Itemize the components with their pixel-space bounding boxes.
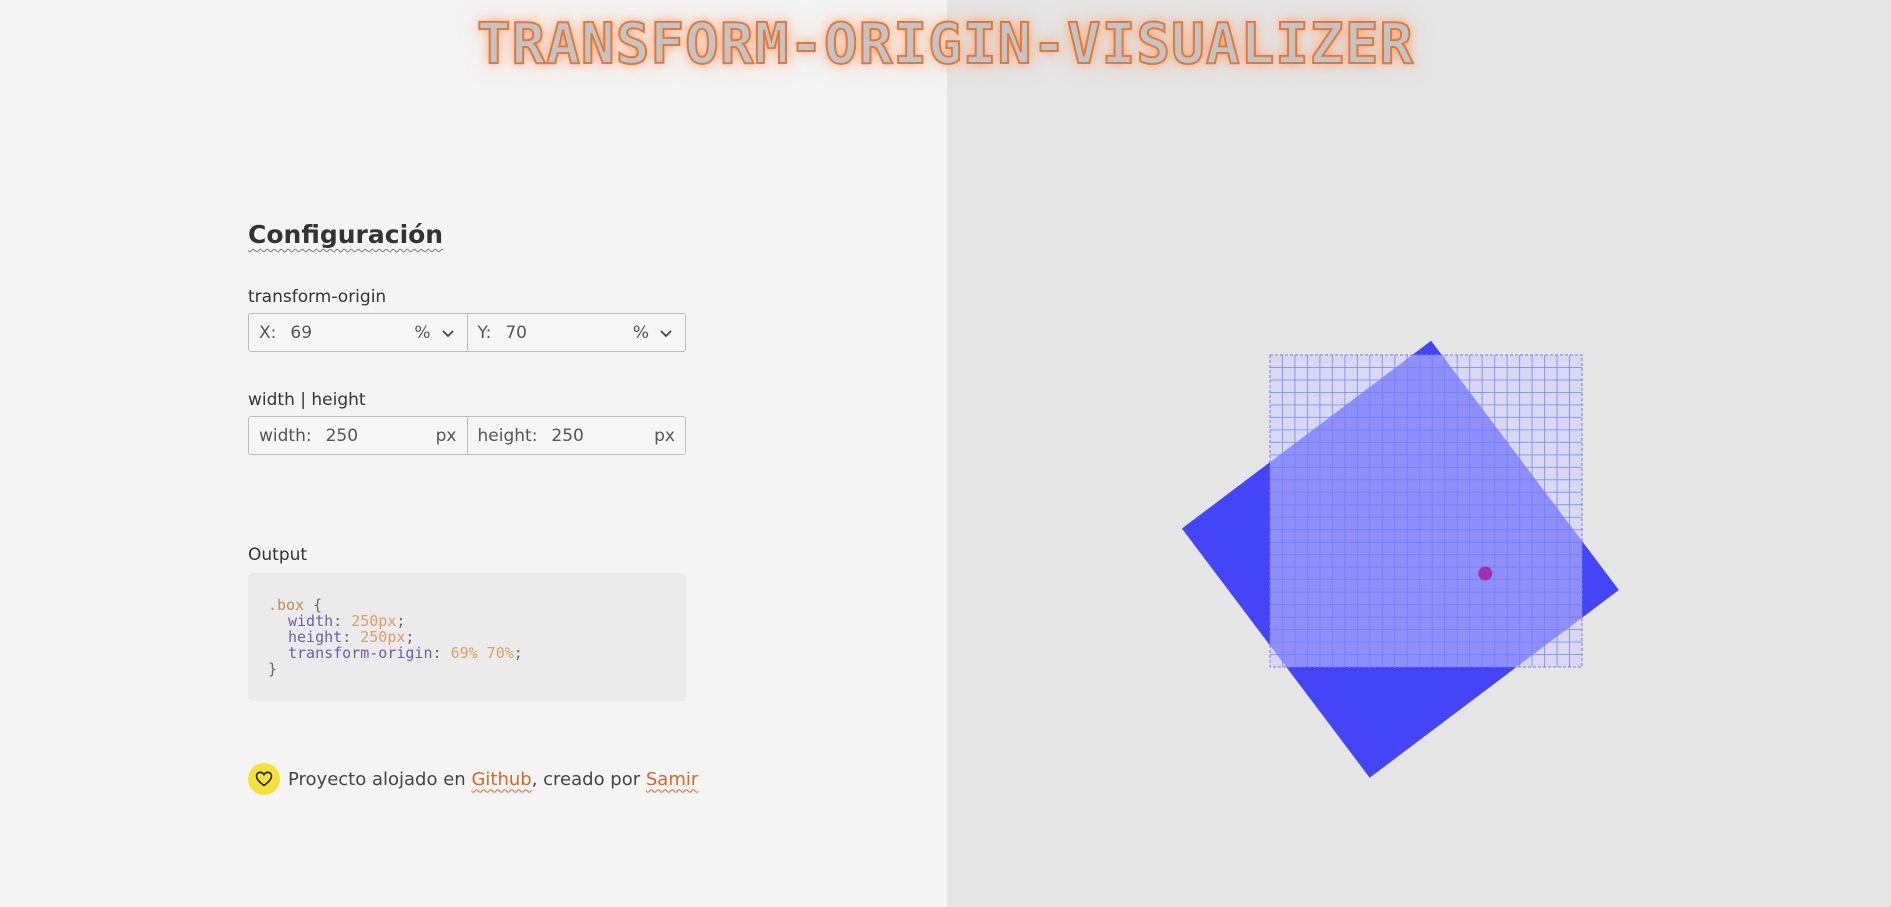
transform-origin-point (1478, 566, 1493, 581)
app-title: TRANSFORM-ORIGIN-VISUALIZER (476, 11, 1415, 78)
grid-background (1269, 354, 1583, 668)
transform-preview (1181, 340, 1619, 778)
original-box-grid (1269, 354, 1583, 668)
